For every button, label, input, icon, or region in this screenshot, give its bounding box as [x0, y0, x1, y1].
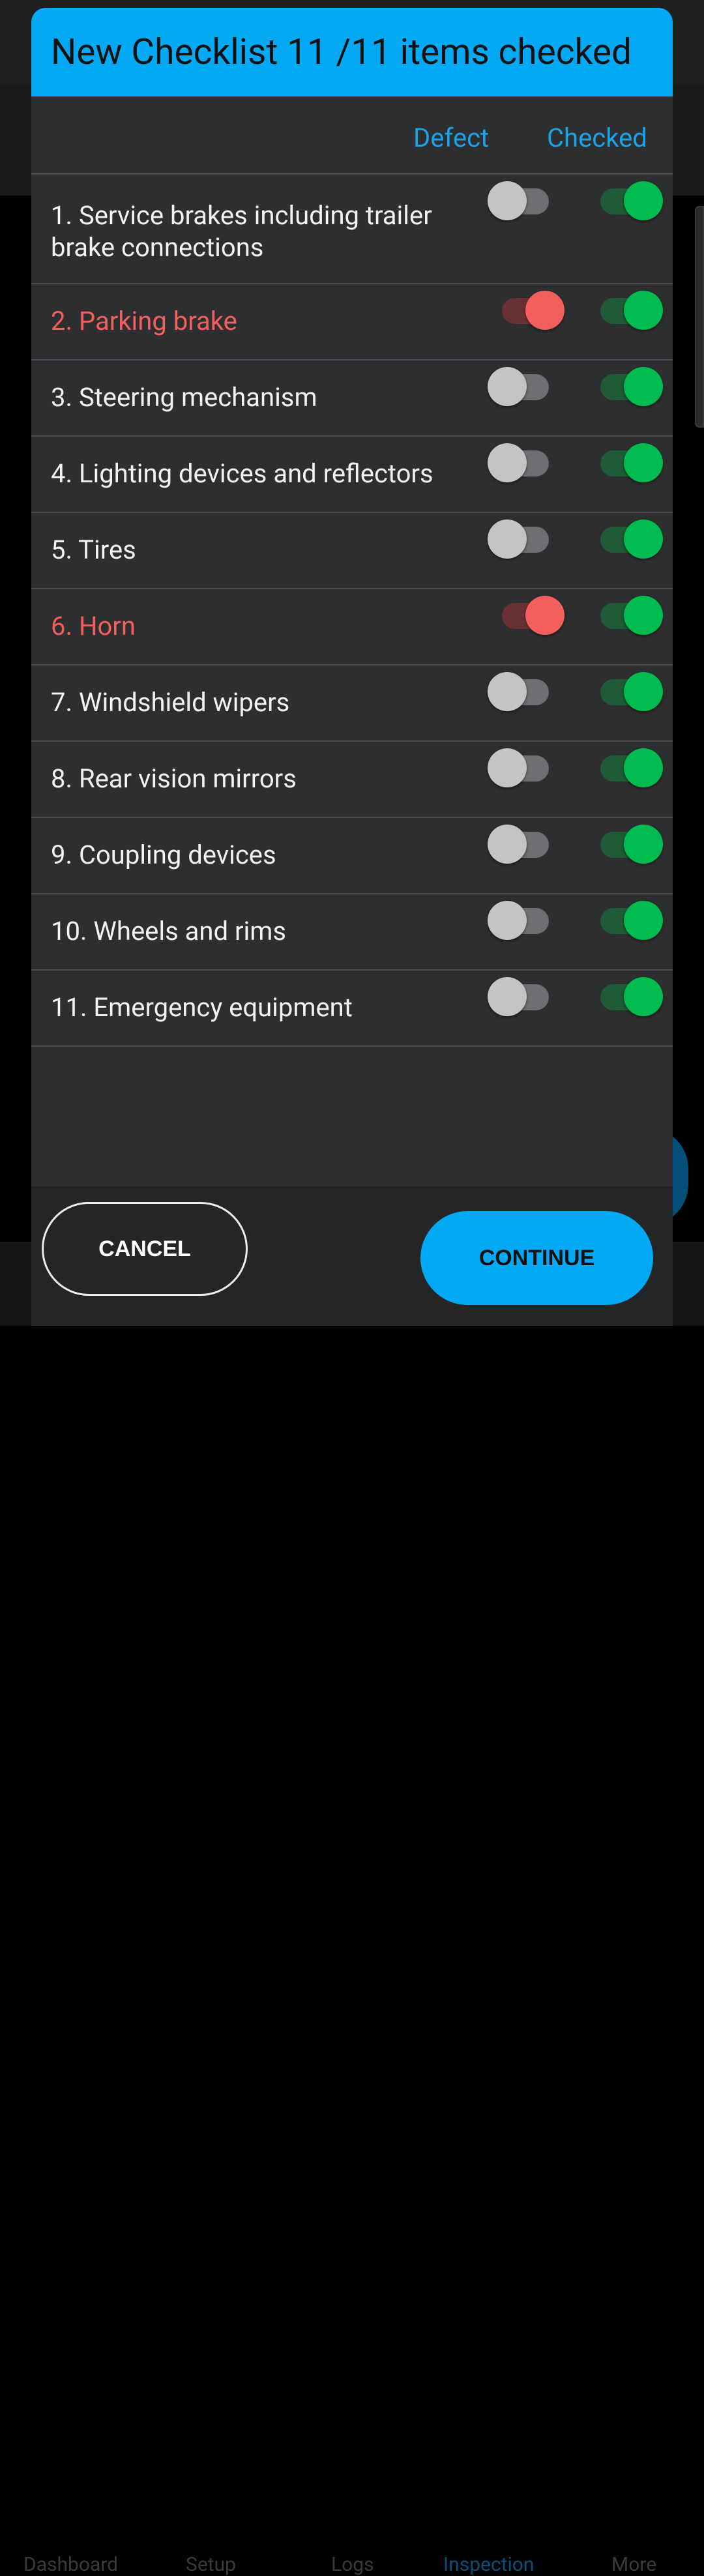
toggle-thumb — [488, 443, 527, 482]
checklist-item-label: 3. Steering mechanism — [51, 382, 317, 413]
checked-toggle[interactable] — [600, 972, 663, 1016]
checked-toggle[interactable] — [600, 819, 663, 864]
checklist-row: 3. Steering mechanism — [31, 360, 673, 437]
background-scroll-handle — [695, 206, 704, 428]
checklist-item-label: 8. Rear vision mirrors — [51, 763, 297, 794]
checked-toggle[interactable] — [600, 591, 663, 635]
defect-toggle[interactable] — [488, 819, 549, 864]
checklist-item-label: 11. Emergency equipment — [51, 992, 353, 1023]
checklist-item-label: 7. Windshield wipers — [51, 687, 290, 718]
toggle-thumb — [488, 977, 527, 1016]
toggle-thumb — [488, 901, 527, 940]
toggle-thumb — [488, 367, 527, 406]
checked-toggle[interactable] — [600, 667, 663, 711]
checked-toggle[interactable] — [600, 285, 663, 330]
nav-inspection: Inspection — [443, 2553, 535, 2576]
toggle-thumb — [488, 181, 527, 220]
dialog-title: New Checklist 11 /11 items checked — [51, 31, 632, 73]
checklist-items: 1. Service brakes including trailer brak… — [31, 175, 673, 1047]
checked-toggle[interactable] — [600, 362, 663, 406]
column-header: Defect Checked — [31, 96, 673, 175]
checklist-item-label: 9. Coupling devices — [51, 840, 276, 870]
checklist-row: 10. Wheels and rims — [31, 894, 673, 971]
checklist-row: 2. Parking brake — [31, 284, 673, 360]
dialog-header: New Checklist 11 /11 items checked — [31, 8, 673, 96]
nav-dashboard: Dashboard — [23, 2553, 119, 2576]
defect-column-label: Defect — [413, 123, 490, 153]
defect-toggle[interactable] — [502, 285, 565, 330]
defect-toggle[interactable] — [488, 514, 549, 559]
checklist-item-label: 5. Tires — [51, 534, 136, 565]
checklist-item-label: 1. Service brakes including trailer brak… — [51, 200, 432, 263]
checklist-row: 5. Tires — [31, 513, 673, 589]
checklist-item-label: 6. Horn — [51, 611, 136, 641]
defect-toggle[interactable] — [488, 438, 549, 482]
toggle-thumb — [488, 748, 527, 787]
nav-setup: Setup — [186, 2553, 236, 2576]
checklist-row: 1. Service brakes including trailer brak… — [31, 175, 673, 284]
toggle-thumb — [624, 977, 663, 1016]
checklist-item-label: 10. Wheels and rims — [51, 916, 286, 946]
dialog-footer: CANCEL CONTINUE — [31, 1186, 673, 1326]
toggle-thumb — [525, 291, 565, 330]
nav-more: More — [611, 2553, 657, 2576]
toggle-thumb — [624, 291, 663, 330]
defect-toggle[interactable] — [488, 176, 549, 220]
defect-toggle[interactable] — [488, 972, 549, 1016]
toggle-thumb — [624, 748, 663, 787]
toggle-thumb — [488, 520, 527, 559]
toggle-thumb — [624, 672, 663, 711]
toggle-thumb — [488, 672, 527, 711]
checked-toggle[interactable] — [600, 514, 663, 559]
toggle-thumb — [624, 443, 663, 482]
toggle-thumb — [624, 825, 663, 864]
toggle-thumb — [624, 901, 663, 940]
checklist-row: 8. Rear vision mirrors — [31, 742, 673, 818]
toggle-thumb — [488, 825, 527, 864]
checked-toggle[interactable] — [600, 743, 663, 787]
checklist-row: 11. Emergency equipment — [31, 971, 673, 1047]
checked-toggle[interactable] — [600, 896, 663, 940]
continue-button[interactable]: CONTINUE — [420, 1211, 653, 1305]
toggle-thumb — [624, 520, 663, 559]
checklist-item-label: 4. Lighting devices and reflectors — [51, 458, 433, 489]
checked-toggle[interactable] — [600, 438, 663, 482]
toggle-thumb — [525, 596, 565, 635]
defect-toggle[interactable] — [488, 362, 549, 406]
toggle-thumb — [624, 181, 663, 220]
checklist-dialog: New Checklist 11 /11 items checked Defec… — [31, 8, 673, 1326]
defect-toggle[interactable] — [488, 896, 549, 940]
defect-toggle[interactable] — [488, 667, 549, 711]
toggle-thumb — [624, 596, 663, 635]
checked-toggle[interactable] — [600, 176, 663, 220]
cancel-button[interactable]: CANCEL — [42, 1202, 248, 1296]
checklist-row: 6. Horn — [31, 589, 673, 666]
defect-toggle[interactable] — [502, 591, 565, 635]
checklist-row: 4. Lighting devices and reflectors — [31, 437, 673, 513]
toggle-thumb — [624, 367, 663, 406]
checklist-row: 7. Windshield wipers — [31, 666, 673, 742]
defect-toggle[interactable] — [488, 743, 549, 787]
checklist-row: 9. Coupling devices — [31, 818, 673, 894]
nav-logs: Logs — [331, 2553, 374, 2576]
checklist-item-label: 2. Parking brake — [51, 306, 237, 336]
checked-column-label: Checked — [547, 123, 647, 153]
